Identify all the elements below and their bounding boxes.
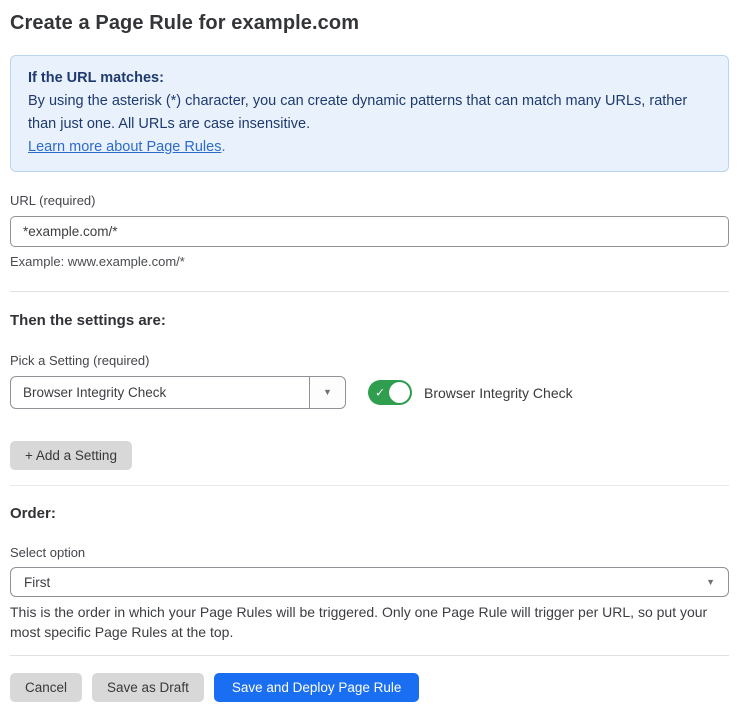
create-page-rule-form: Create a Page Rule for example.com If th… [0,0,750,702]
save-as-draft-button[interactable]: Save as Draft [92,673,204,702]
order-select-label: Select option [10,545,729,560]
setting-select-value: Browser Integrity Check [11,377,309,408]
divider [10,655,729,656]
info-box-link-row: Learn more about Page Rules. [28,136,711,159]
cancel-button[interactable]: Cancel [10,673,82,702]
order-select[interactable]: First ▼ [10,567,729,597]
info-box-heading: If the URL matches: [28,67,711,90]
toggle-knob [389,382,410,403]
toggle-label: Browser Integrity Check [424,385,573,401]
form-actions: Cancel Save as Draft Save and Deploy Pag… [10,673,729,702]
divider [10,291,729,292]
page-title: Create a Page Rule for example.com [10,12,729,35]
settings-section-heading: Then the settings are: [10,312,729,329]
info-box-body: By using the asterisk (*) character, you… [28,90,711,136]
order-section-heading: Order: [10,505,729,522]
order-select-value: First [24,575,706,590]
url-match-info-box: If the URL matches: By using the asteris… [10,55,729,172]
setting-row: Browser Integrity Check ▼ ✓ Browser Inte… [10,376,729,409]
save-and-deploy-button[interactable]: Save and Deploy Page Rule [214,673,420,702]
url-example-helper: Example: www.example.com/* [10,254,729,269]
url-field-label: URL (required) [10,193,729,208]
pick-setting-label: Pick a Setting (required) [10,353,729,368]
learn-more-link[interactable]: Learn more about Page Rules [28,139,221,155]
url-input[interactable] [10,216,729,247]
setting-select[interactable]: Browser Integrity Check ▼ [10,376,346,409]
check-icon: ✓ [375,385,385,399]
chevron-down-icon: ▼ [323,388,332,397]
setting-select-arrow-button[interactable]: ▼ [309,377,345,408]
browser-integrity-toggle[interactable]: ✓ [368,380,412,405]
add-setting-button[interactable]: + Add a Setting [10,441,132,470]
divider [10,485,729,486]
order-helper-text: This is the order in which your Page Rul… [10,602,729,642]
chevron-down-icon: ▼ [706,578,715,587]
link-suffix: . [221,139,225,155]
